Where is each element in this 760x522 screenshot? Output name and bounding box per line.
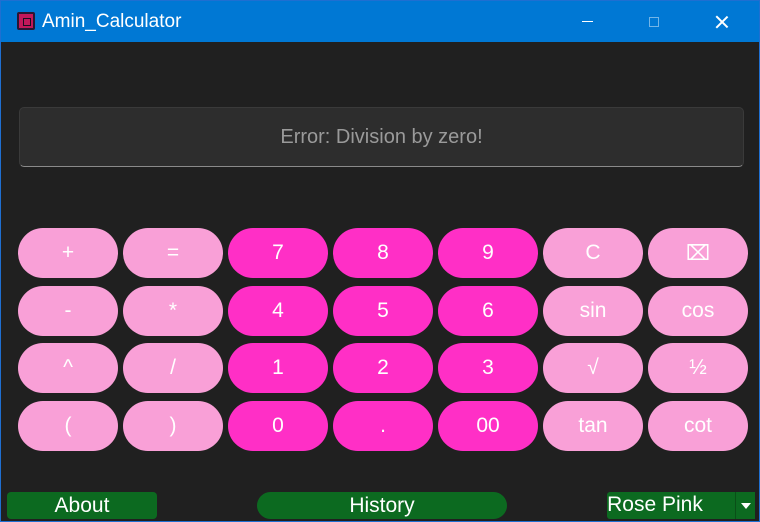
app-icon: [17, 12, 35, 30]
key-4-button[interactable]: 4: [228, 285, 328, 336]
key-3-button[interactable]: 3: [438, 343, 538, 393]
chevron-down-icon[interactable]: [735, 492, 755, 519]
key-tan-button[interactable]: tan: [543, 400, 643, 451]
key-multiply-button[interactable]: *: [123, 285, 223, 336]
minimize-icon: [581, 21, 593, 22]
minimize-button[interactable]: [564, 1, 610, 42]
key-1-button[interactable]: 1: [228, 343, 328, 393]
close-icon: [715, 15, 729, 29]
key-minus-button[interactable]: -: [18, 285, 118, 336]
key-divide-button[interactable]: /: [123, 343, 223, 393]
theme-select[interactable]: Rose Pink: [607, 492, 755, 519]
key-sqrt-button[interactable]: √: [543, 343, 643, 393]
key-close-paren-button[interactable]: ): [123, 400, 223, 451]
key-sin-button[interactable]: sin: [543, 285, 643, 336]
result-display[interactable]: Error: Division by zero!: [19, 107, 744, 167]
about-button[interactable]: About: [7, 492, 157, 519]
key-5-button[interactable]: 5: [333, 285, 433, 336]
close-button[interactable]: [699, 1, 745, 42]
maximize-icon: [649, 16, 659, 27]
key-6-button[interactable]: 6: [438, 285, 538, 336]
key-9-button[interactable]: 9: [438, 228, 538, 278]
key-cos-button[interactable]: cos: [648, 285, 748, 336]
key-plus-button[interactable]: +: [18, 228, 118, 278]
calculator-window: Amin_Calculator Error: Division by zero!…: [0, 0, 760, 522]
key-8-button[interactable]: 8: [333, 228, 433, 278]
key-half-button[interactable]: ½: [648, 343, 748, 393]
title-bar[interactable]: Amin_Calculator: [1, 1, 759, 42]
key-backspace-button[interactable]: ⌧: [648, 228, 748, 278]
key-clear-button[interactable]: C: [543, 228, 643, 278]
key-decimal-button[interactable]: .: [333, 400, 433, 451]
history-button[interactable]: History: [257, 492, 507, 519]
key-00-button[interactable]: 00: [438, 400, 538, 451]
key-0-button[interactable]: 0: [228, 400, 328, 451]
theme-select-value: Rose Pink: [607, 493, 703, 516]
window-title: Amin_Calculator: [42, 11, 182, 32]
key-7-button[interactable]: 7: [228, 228, 328, 278]
key-cot-button[interactable]: cot: [648, 400, 748, 451]
key-equals-button[interactable]: =: [123, 228, 223, 278]
key-2-button[interactable]: 2: [333, 343, 433, 393]
key-power-button[interactable]: ^: [18, 343, 118, 393]
maximize-button[interactable]: [631, 1, 677, 42]
keypad: + = 7 8 9 C ⌧ - * 4 5 6 sin cos ^/1 2 3 √ ½ () 0. 00 tan cot: [18, 228, 749, 451]
key-open-paren-button[interactable]: (: [18, 400, 118, 451]
